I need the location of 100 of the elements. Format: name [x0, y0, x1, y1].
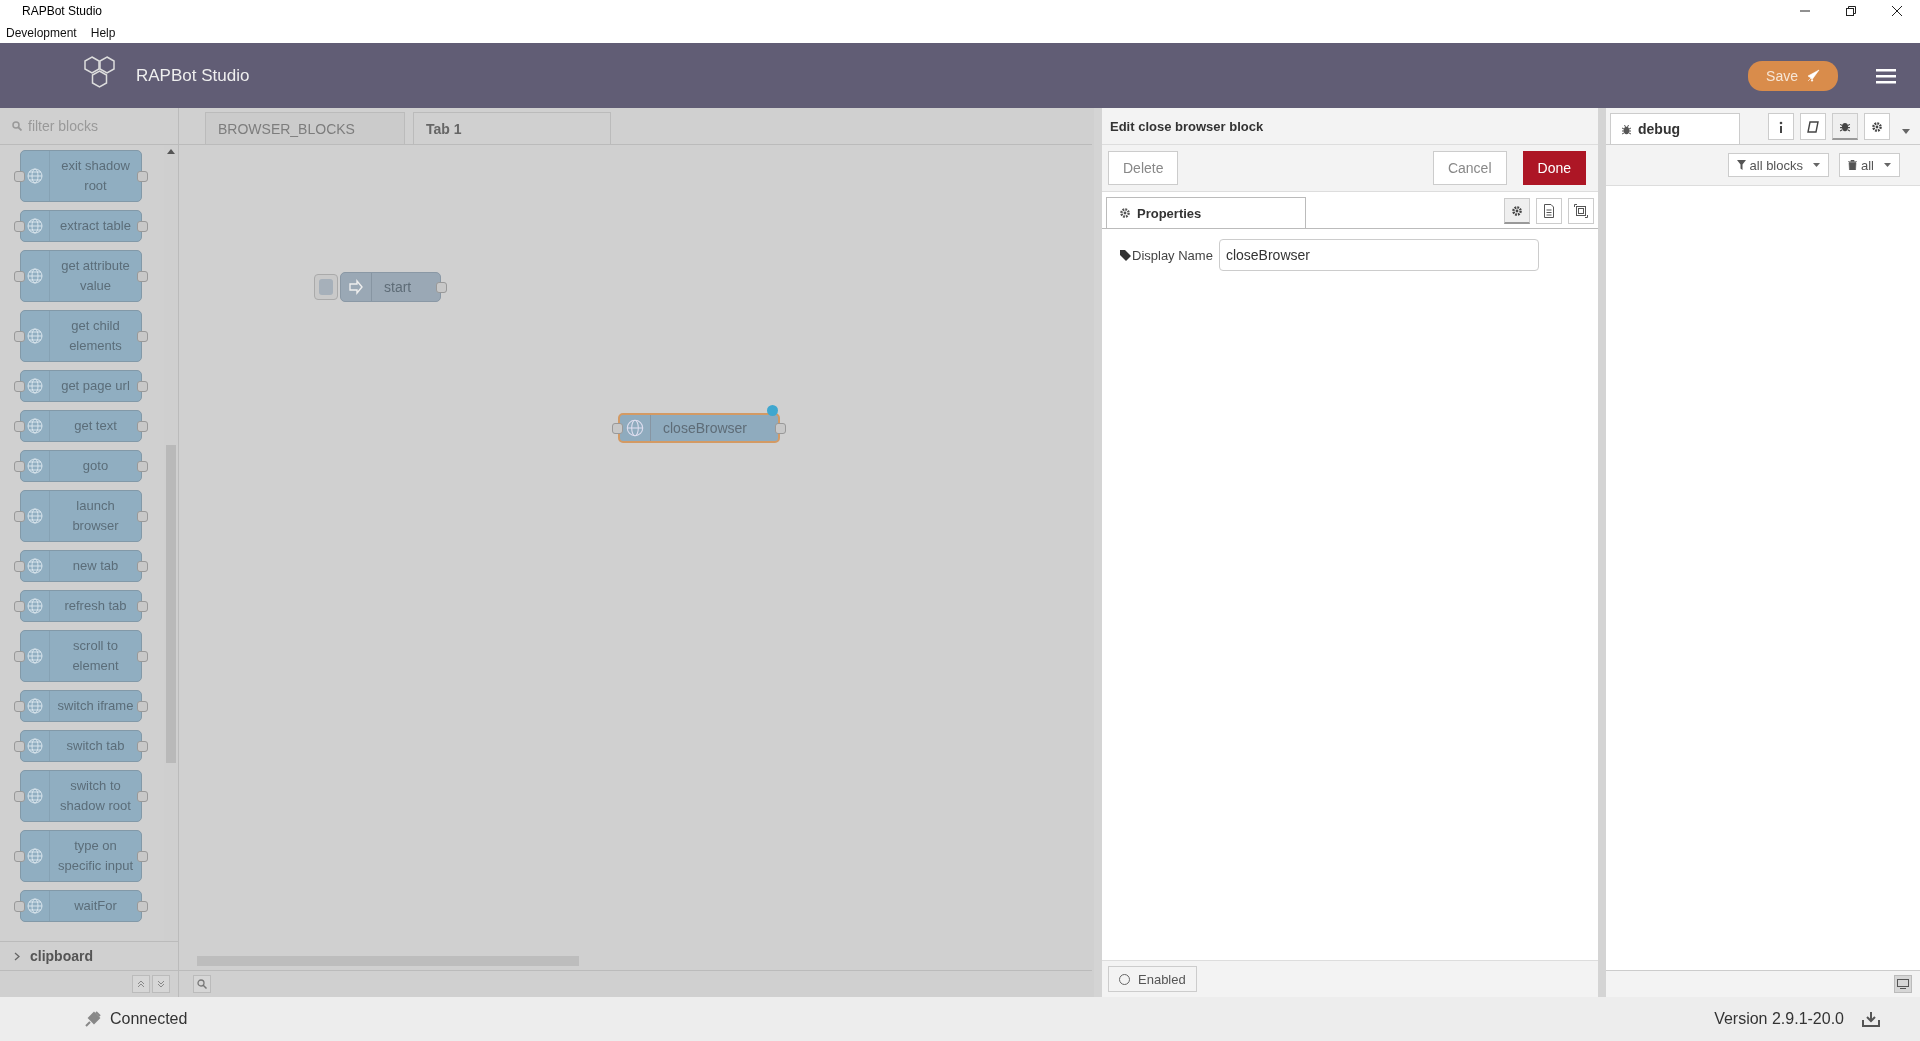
globe-icon	[25, 326, 45, 346]
enabled-toggle[interactable]: Enabled	[1108, 966, 1197, 992]
rocket-icon	[1806, 68, 1820, 83]
chevron-icon	[14, 951, 20, 961]
version-label: Version 2.9.1-20.0	[1714, 1010, 1844, 1028]
palette-block[interactable]: get child elements	[20, 310, 142, 362]
caret-icon[interactable]	[1902, 129, 1910, 134]
port-handle[interactable]	[137, 741, 148, 752]
port-handle[interactable]	[137, 561, 148, 572]
globe-icon	[25, 846, 45, 866]
globe-icon	[25, 166, 45, 186]
port-handle[interactable]	[137, 271, 148, 282]
plug-icon	[84, 1010, 102, 1028]
globe-icon	[25, 266, 45, 286]
done-button[interactable]: Done	[1522, 151, 1586, 185]
port-handle[interactable]	[137, 511, 148, 522]
port-handle[interactable]	[436, 282, 447, 293]
app-brand: RAPBot Studio	[136, 65, 250, 86]
gear-icon[interactable]	[1504, 198, 1530, 224]
editor-button[interactable]: Cancel	[1432, 151, 1507, 185]
scroll-up-icon[interactable]	[167, 149, 175, 154]
frame-icon[interactable]	[1568, 198, 1594, 224]
search-icon[interactable]	[193, 975, 211, 993]
globe-icon	[25, 646, 45, 666]
port-handle[interactable]	[137, 791, 148, 802]
palette-block[interactable]: new tab	[20, 550, 142, 582]
menu-item[interactable]: Help	[90, 25, 116, 40]
palette-block[interactable]: switch iframe	[20, 690, 142, 722]
doc-icon[interactable]	[1536, 198, 1562, 224]
menu-item[interactable]: Development	[6, 25, 77, 40]
port-handle[interactable]	[775, 423, 786, 434]
monitor-icon[interactable]	[1894, 975, 1912, 993]
clear-button[interactable]: all	[1839, 153, 1900, 177]
port-handle[interactable]	[137, 901, 148, 912]
port-handle[interactable]	[137, 331, 148, 342]
palette-block[interactable]: waitFor	[20, 890, 142, 922]
palette-block[interactable]: launch browser	[20, 490, 142, 542]
field-label: Display Name	[1132, 247, 1213, 263]
display-name-field[interactable]: closeBrowser	[1218, 239, 1539, 271]
palette-block[interactable]: refresh tab	[20, 590, 142, 622]
bug-icon[interactable]	[1832, 113, 1858, 140]
flow-node[interactable]: start	[340, 272, 441, 302]
globe-icon	[25, 786, 45, 806]
search-icon	[12, 121, 22, 131]
port-handle[interactable]	[137, 221, 148, 232]
download-icon[interactable]	[1862, 1011, 1880, 1027]
palette-block[interactable]: get page url	[20, 370, 142, 402]
palette-block[interactable]: get text	[20, 410, 142, 442]
properties-tab[interactable]: Properties	[1106, 197, 1306, 228]
filter-button[interactable]: all blocks	[1727, 153, 1829, 177]
globe-icon	[25, 456, 45, 476]
save-button[interactable]: Save	[1748, 60, 1838, 91]
gear-icon	[1119, 207, 1131, 219]
port-handle[interactable]	[137, 701, 148, 712]
palette-block[interactable]: type on specific input	[20, 830, 142, 882]
globe-icon	[25, 376, 45, 396]
caret-icon	[1884, 163, 1891, 167]
window-title: RAPBot Studio	[22, 4, 103, 18]
palette-block[interactable]: switch to shadow root	[20, 770, 142, 822]
menu-icon[interactable]	[1876, 67, 1896, 84]
collapse-all-icon[interactable]	[132, 975, 150, 993]
funnel-icon	[1736, 160, 1746, 170]
port-handle[interactable]	[137, 171, 148, 182]
palette-block[interactable]: scroll to element	[20, 630, 142, 682]
port-handle[interactable]	[137, 601, 148, 612]
palette-block[interactable]: get attribute value	[20, 250, 142, 302]
connection-status: Connected	[110, 1010, 188, 1028]
inject-button[interactable]	[314, 274, 338, 300]
globe-icon	[25, 506, 45, 526]
globe-icon	[25, 896, 45, 916]
editor-button[interactable]: Delete	[1108, 151, 1179, 185]
expand-all-icon[interactable]	[152, 975, 170, 993]
palette-category[interactable]: clipboard	[0, 941, 178, 970]
editor-title: Edit close browser block	[1102, 108, 1598, 145]
arrow-icon	[348, 279, 364, 295]
globe-icon	[25, 216, 45, 236]
palette-block[interactable]: goto	[20, 450, 142, 482]
globe-icon	[624, 417, 646, 439]
globe-icon	[25, 596, 45, 616]
port-handle[interactable]	[612, 423, 623, 434]
gear-icon[interactable]	[1864, 113, 1890, 140]
trash-icon	[1848, 160, 1857, 170]
tag-icon	[1120, 249, 1131, 261]
port-handle[interactable]	[137, 461, 148, 472]
port-handle[interactable]	[137, 381, 148, 392]
bug-icon	[1621, 123, 1632, 135]
info-icon[interactable]	[1768, 113, 1794, 140]
caret-icon	[1813, 163, 1820, 167]
flow-node[interactable]: closeBrowser	[618, 413, 780, 443]
globe-icon	[25, 736, 45, 756]
globe-icon	[25, 696, 45, 716]
palette-block[interactable]: extract table	[20, 210, 142, 242]
palette-block[interactable]: exit shadow root	[20, 150, 142, 202]
palette-block[interactable]: switch tab	[20, 730, 142, 762]
port-handle[interactable]	[137, 651, 148, 662]
port-handle[interactable]	[137, 421, 148, 432]
debug-tab[interactable]: debug	[1610, 113, 1740, 144]
workspace-tab[interactable]: Tab 1	[413, 112, 611, 144]
workspace-tab[interactable]: BROWSER_BLOCKS	[205, 112, 405, 144]
port-handle[interactable]	[137, 851, 148, 862]
